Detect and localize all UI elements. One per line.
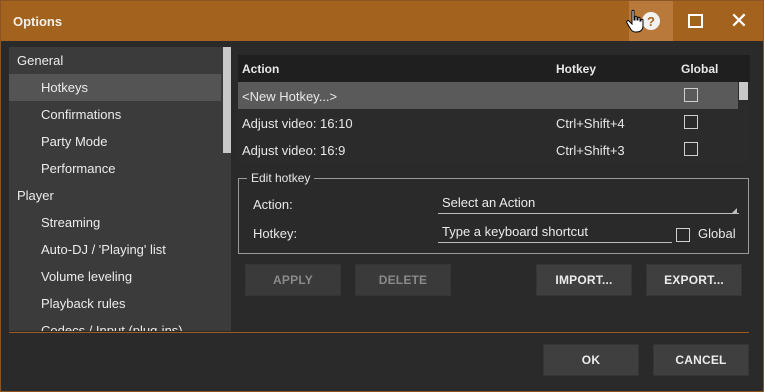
cancel-button[interactable]: CANCEL xyxy=(653,344,749,376)
import-button[interactable]: IMPORT... xyxy=(536,264,632,296)
row-global-checkbox[interactable] xyxy=(684,142,698,156)
row-action: Adjust video: 16:9 xyxy=(242,143,346,158)
apply-button[interactable]: APPLY xyxy=(245,264,341,296)
column-header-hotkey[interactable]: Hotkey xyxy=(556,62,596,76)
table-row[interactable]: Adjust video: 16:9 Ctrl+Shift+3 xyxy=(238,136,738,163)
action-label: Action: xyxy=(253,197,293,212)
sidebar-item-hotkeys[interactable]: Hotkeys xyxy=(9,74,221,101)
row-global-checkbox[interactable] xyxy=(684,88,698,102)
help-icon: ? xyxy=(642,12,660,30)
table-row[interactable]: Adjust video: 16:10 Ctrl+Shift+4 xyxy=(238,109,738,136)
sidebar-scrollbar-thumb[interactable] xyxy=(223,47,231,153)
export-button[interactable]: EXPORT... xyxy=(646,264,742,296)
sidebar-item-performance[interactable]: Performance xyxy=(9,155,221,182)
window-title: Options xyxy=(13,14,63,29)
hotkey-input[interactable]: Type a keyboard shortcut xyxy=(438,223,672,243)
table-scrollbar-thumb[interactable] xyxy=(739,82,748,100)
options-window: Options ? ✕ General Hotkeys Confirmation… xyxy=(0,0,764,392)
maximize-button[interactable] xyxy=(673,1,717,41)
sidebar-item-party-mode[interactable]: Party Mode xyxy=(9,128,221,155)
maximize-icon xyxy=(687,14,703,28)
title-bar[interactable]: Options ? ✕ xyxy=(1,1,763,41)
edit-hotkey-legend: Edit hotkey xyxy=(247,171,315,185)
footer-divider xyxy=(9,332,749,333)
column-header-global[interactable]: Global xyxy=(681,62,718,76)
global-checkbox[interactable] xyxy=(676,228,690,242)
sidebar-group-general[interactable]: General xyxy=(9,47,221,74)
hotkeys-table: Action Hotkey Global <New Hotkey...> Adj… xyxy=(238,55,750,163)
sidebar-item-codecs[interactable]: Codecs / Input (plug-ins) xyxy=(9,317,221,331)
row-hotkey: Ctrl+Shift+3 xyxy=(556,143,625,158)
table-row[interactable]: <New Hotkey...> xyxy=(238,82,738,109)
column-header-action[interactable]: Action xyxy=(242,62,279,76)
global-checkbox-label: Global xyxy=(698,226,736,241)
action-dropdown-value: Select an Action xyxy=(442,195,536,210)
sidebar-group-player[interactable]: Player xyxy=(9,182,221,209)
sidebar-item-confirmations[interactable]: Confirmations xyxy=(9,101,221,128)
sidebar-item-playback-rules[interactable]: Playback rules xyxy=(9,290,221,317)
hotkey-input-placeholder: Type a keyboard shortcut xyxy=(442,224,588,239)
hand-cursor-icon xyxy=(626,9,644,33)
sidebar-item-auto-dj[interactable]: Auto-DJ / 'Playing' list xyxy=(9,236,221,263)
row-action: Adjust video: 16:10 xyxy=(242,116,353,131)
row-global-checkbox[interactable] xyxy=(684,115,698,129)
sidebar-item-streaming[interactable]: Streaming xyxy=(9,209,221,236)
row-hotkey: Ctrl+Shift+4 xyxy=(556,116,625,131)
table-header: Action Hotkey Global xyxy=(238,55,750,82)
action-dropdown[interactable]: Select an Action xyxy=(438,194,739,214)
ok-button[interactable]: OK xyxy=(543,344,639,376)
row-action: <New Hotkey...> xyxy=(242,89,338,104)
hotkey-label: Hotkey: xyxy=(253,226,298,241)
dropdown-arrow-icon xyxy=(731,208,737,214)
sidebar-item-volume-leveling[interactable]: Volume leveling xyxy=(9,263,221,290)
options-sidebar[interactable]: General Hotkeys Confirmations Party Mode… xyxy=(9,47,231,331)
close-icon: ✕ xyxy=(729,8,749,33)
close-button[interactable]: ✕ xyxy=(717,1,761,41)
delete-button[interactable]: DELETE xyxy=(355,264,451,296)
